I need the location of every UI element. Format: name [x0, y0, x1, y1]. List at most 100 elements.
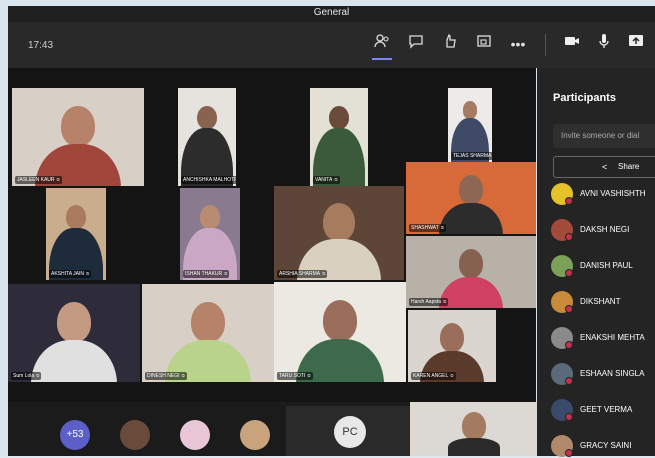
camera-icon[interactable] — [560, 32, 584, 56]
participant-face — [462, 101, 478, 120]
participant-name-label: ISHAN THAKUR ⦸ — [183, 270, 230, 278]
share-screen-icon[interactable] — [624, 32, 648, 56]
avatar[interactable] — [240, 420, 270, 450]
overflow-count-badge[interactable]: +53 — [60, 420, 90, 450]
participant-name: VANITA — [315, 177, 333, 183]
participant-face — [199, 204, 221, 230]
mic-icon[interactable] — [592, 32, 616, 56]
video-tile[interactable]: TEJAS SHARMA⦸ — [448, 88, 492, 162]
participant-name: JASLEEN KAUR — [17, 177, 55, 183]
overflow-row: +53 PC — [8, 402, 538, 456]
share-icon: < — [602, 162, 608, 172]
muted-mic-icon: ⦸ — [334, 177, 338, 183]
participant-name: ARSHIA SHARMA — [279, 271, 321, 277]
video-tile[interactable]: PC — [286, 406, 414, 456]
teams-window: General 17:43 ••• JASLEEN KAUR ⦸ ANCHISHKA… — [0, 0, 655, 458]
participants-panel: Participants Invite someone or dial < Sh… — [537, 68, 655, 458]
chat-icon[interactable] — [404, 32, 428, 56]
video-tile[interactable]: SHASHWAT ⦸ — [406, 162, 536, 234]
video-tile[interactable]: TARU SOTI ⦸ — [274, 282, 406, 382]
participants-icon[interactable] — [370, 32, 394, 60]
toolbar-divider — [545, 34, 546, 56]
participant-face — [191, 301, 225, 342]
participant-name: ISHAN THAKUR — [185, 271, 223, 277]
participant-list-item[interactable]: ENAKSHI MEHTA — [551, 326, 655, 350]
status-dot — [565, 377, 573, 385]
video-tile[interactable]: ARSHIA SHARMA ⦸ — [274, 186, 404, 280]
video-tile[interactable]: KAREN ANGEL ⦸ — [408, 310, 496, 382]
participant-name: GRACY SAINI — [580, 441, 632, 450]
participant-name-label: SHASHWAT ⦸ — [409, 224, 447, 232]
participant-face — [329, 105, 349, 130]
status-dot — [565, 341, 573, 349]
participant-list-item[interactable]: DAKSH NEGI — [551, 218, 655, 242]
participant-name-label: ANCHISHKA MALHOTRA⦸ — [181, 176, 236, 184]
avatar[interactable] — [120, 420, 150, 450]
participant-body — [439, 202, 503, 234]
video-tile[interactable]: AKSHITA JAIN ⦸ — [46, 188, 106, 280]
participant-name: ESHAAN SINGLA — [580, 369, 645, 378]
muted-mic-icon: ⦸ — [85, 271, 90, 277]
muted-mic-icon: ⦸ — [181, 373, 185, 379]
participant-list-item[interactable]: ESHAAN SINGLA — [551, 362, 655, 386]
participant-list-item[interactable]: DANISH PAUL — [551, 254, 655, 278]
participant-name: DANISH PAUL — [580, 261, 633, 270]
status-dot — [565, 413, 573, 421]
participant-list-item[interactable]: DIKSHANT — [551, 290, 655, 314]
meeting-toolbar: 17:43 ••• — [8, 22, 655, 68]
avatar-initials: PC — [334, 416, 366, 448]
muted-mic-icon: ⦸ — [440, 225, 445, 231]
participant-name-label: AKSHITA JAIN ⦸ — [49, 270, 92, 278]
participant-name: TEJAS SHARMA — [453, 153, 492, 159]
participant-name: Sum Lola — [13, 373, 35, 379]
participant-name: AVNI VASHISHTH — [580, 189, 646, 198]
participant-name: ANCHISHKA MALHOTRA — [183, 177, 236, 183]
participant-face — [323, 300, 357, 341]
more-options-icon[interactable]: ••• — [506, 32, 530, 56]
video-tile[interactable]: DINESH NEGI ⦸ — [142, 284, 274, 382]
share-invite-button[interactable]: < Share — [553, 156, 655, 178]
video-tile[interactable] — [410, 402, 538, 456]
status-dot — [565, 197, 573, 205]
participant-name-label: Harsh Aapsta ⦸ — [409, 298, 449, 306]
participant-name-label: TARU SOTI ⦸ — [277, 372, 313, 380]
participant-face — [439, 322, 465, 353]
invite-input[interactable]: Invite someone or dial — [553, 124, 655, 148]
participant-list-item[interactable]: GRACY SAINI — [551, 434, 655, 458]
participant-body — [439, 276, 503, 308]
video-tile[interactable]: Harsh Aapsta ⦸ — [406, 236, 536, 308]
participant-face — [323, 202, 355, 242]
meeting-timer: 17:43 — [28, 40, 54, 51]
muted-mic-icon: ⦸ — [36, 373, 40, 379]
participant-face — [65, 204, 87, 230]
muted-mic-icon: ⦸ — [322, 271, 326, 277]
muted-mic-icon: ⦸ — [224, 271, 228, 277]
participant-name: DINESH NEGI — [147, 373, 180, 379]
video-tile[interactable]: VANITA ⦸ — [310, 88, 368, 186]
participant-name: AKSHITA JAIN — [51, 271, 84, 277]
participant-name: ENAKSHI MEHTA — [580, 333, 645, 342]
reactions-icon[interactable] — [438, 32, 462, 56]
participant-list-item[interactable]: GEET VERMA — [551, 398, 655, 422]
participant-name-label: ARSHIA SHARMA ⦸ — [277, 270, 328, 278]
muted-mic-icon: ⦸ — [450, 373, 454, 379]
muted-mic-icon: ⦸ — [443, 299, 447, 305]
muted-mic-icon: ⦸ — [307, 373, 311, 379]
video-tile[interactable]: ISHAN THAKUR ⦸ — [180, 188, 240, 280]
participant-name-label: DINESH NEGI ⦸ — [145, 372, 187, 380]
video-tile[interactable]: Sum Lola ⦸ — [8, 284, 140, 382]
status-dot — [565, 233, 573, 241]
participant-list-item[interactable]: AVNI VASHISHTH — [551, 182, 655, 206]
status-dot — [565, 305, 573, 313]
video-tile[interactable]: ANCHISHKA MALHOTRA⦸ — [178, 88, 236, 186]
video-gallery: JASLEEN KAUR⦸ANCHISHKA MALHOTRA⦸VANITA⦸T… — [8, 68, 536, 402]
participant-name-label: Sum Lola ⦸ — [11, 372, 42, 380]
avatar[interactable] — [180, 420, 210, 450]
share-label: Share — [618, 162, 640, 171]
window-title: General — [8, 6, 655, 22]
status-dot — [565, 269, 573, 277]
video-tile[interactable]: JASLEEN KAUR ⦸ — [12, 88, 144, 186]
participant-face — [61, 105, 95, 146]
participant-name: Harsh Aapsta — [411, 299, 442, 305]
breakout-rooms-icon[interactable] — [472, 32, 496, 56]
